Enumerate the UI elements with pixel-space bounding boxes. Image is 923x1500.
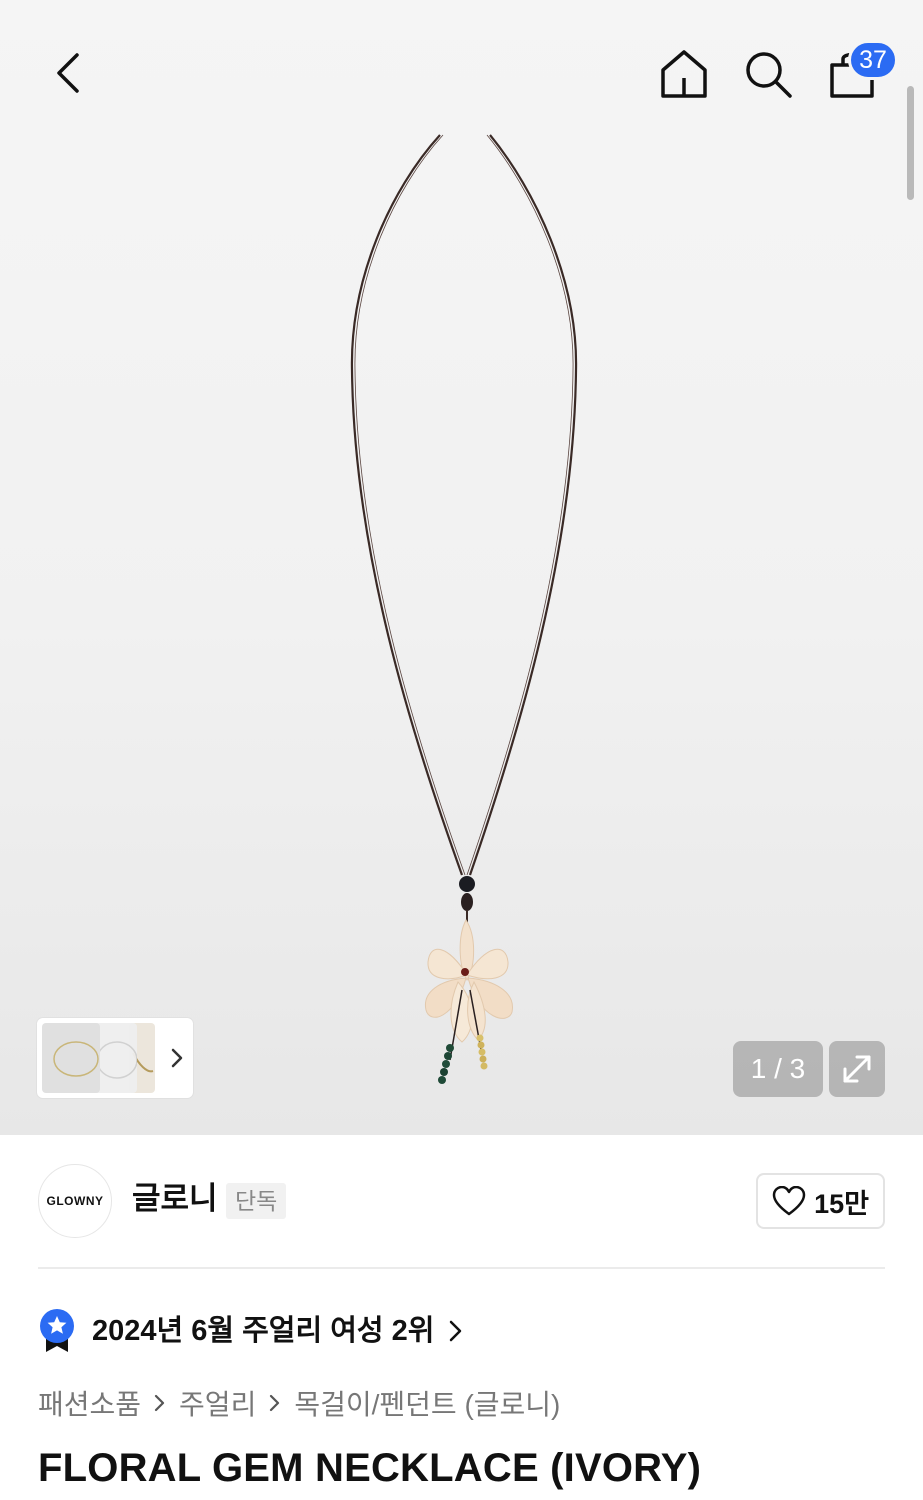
breadcrumb-item-jewelry[interactable]: 주얼리 — [179, 1383, 256, 1423]
expand-image-button[interactable] — [829, 1041, 885, 1097]
like-button[interactable]: 15만 — [756, 1173, 885, 1229]
like-count: 15만 — [814, 1188, 869, 1219]
image-page-indicator: 1 / 3 — [733, 1041, 823, 1097]
scrollbar[interactable] — [907, 86, 914, 200]
breadcrumb: 패션소품 주얼리 목걸이/펜던트 (글로니) — [38, 1381, 560, 1425]
product-title: FLORAL GEM NECKLACE (IVORY) — [38, 1446, 702, 1490]
cart-count-badge: 37 — [848, 40, 898, 80]
top-navigation-bar: 37 — [0, 0, 923, 140]
home-button[interactable] — [654, 44, 714, 104]
thumbnail-strip[interactable] — [37, 1018, 193, 1098]
back-button[interactable] — [40, 45, 96, 101]
thumbnail-next-button[interactable] — [165, 1044, 189, 1072]
search-icon — [746, 52, 792, 98]
thumbnail-1-image — [53, 1041, 99, 1077]
chevron-right-icon — [450, 1320, 462, 1342]
exclusive-tag: 단독 — [226, 1183, 287, 1219]
brand-row: GLOWNY 글로니 단독 15만 — [0, 1135, 923, 1267]
brand-logo[interactable]: GLOWNY — [38, 1164, 112, 1238]
product-gallery[interactable]: 37 1 / 3 — [0, 0, 923, 1135]
breadcrumb-item-necklace-pendant[interactable]: 목걸이/펜던트 (글로니) — [294, 1383, 560, 1423]
brand-name[interactable]: 글로니 — [132, 1179, 218, 1219]
search-button[interactable] — [738, 44, 798, 104]
expand-icon — [843, 1055, 871, 1083]
divider — [38, 1267, 885, 1269]
chevron-right-icon — [171, 1048, 183, 1068]
chevron-right-icon — [153, 1391, 167, 1415]
ranking-row[interactable]: 2024년 6월 주얼리 여성 2위 — [38, 1305, 464, 1357]
product-image-necklace — [350, 134, 578, 1084]
breadcrumb-item-fashion-accessories[interactable]: 패션소품 — [38, 1383, 141, 1423]
ranking-text: 2024년 6월 주얼리 여성 2위 — [92, 1315, 435, 1347]
thumbnail-1-active[interactable] — [42, 1023, 100, 1093]
brand-logo-text: GLOWNY — [46, 1194, 104, 1208]
ranking-badge-icon — [40, 1309, 74, 1352]
chevron-right-icon — [268, 1391, 282, 1415]
home-icon — [661, 50, 707, 98]
chevron-left-icon — [57, 53, 79, 93]
heart-icon — [772, 1186, 806, 1216]
